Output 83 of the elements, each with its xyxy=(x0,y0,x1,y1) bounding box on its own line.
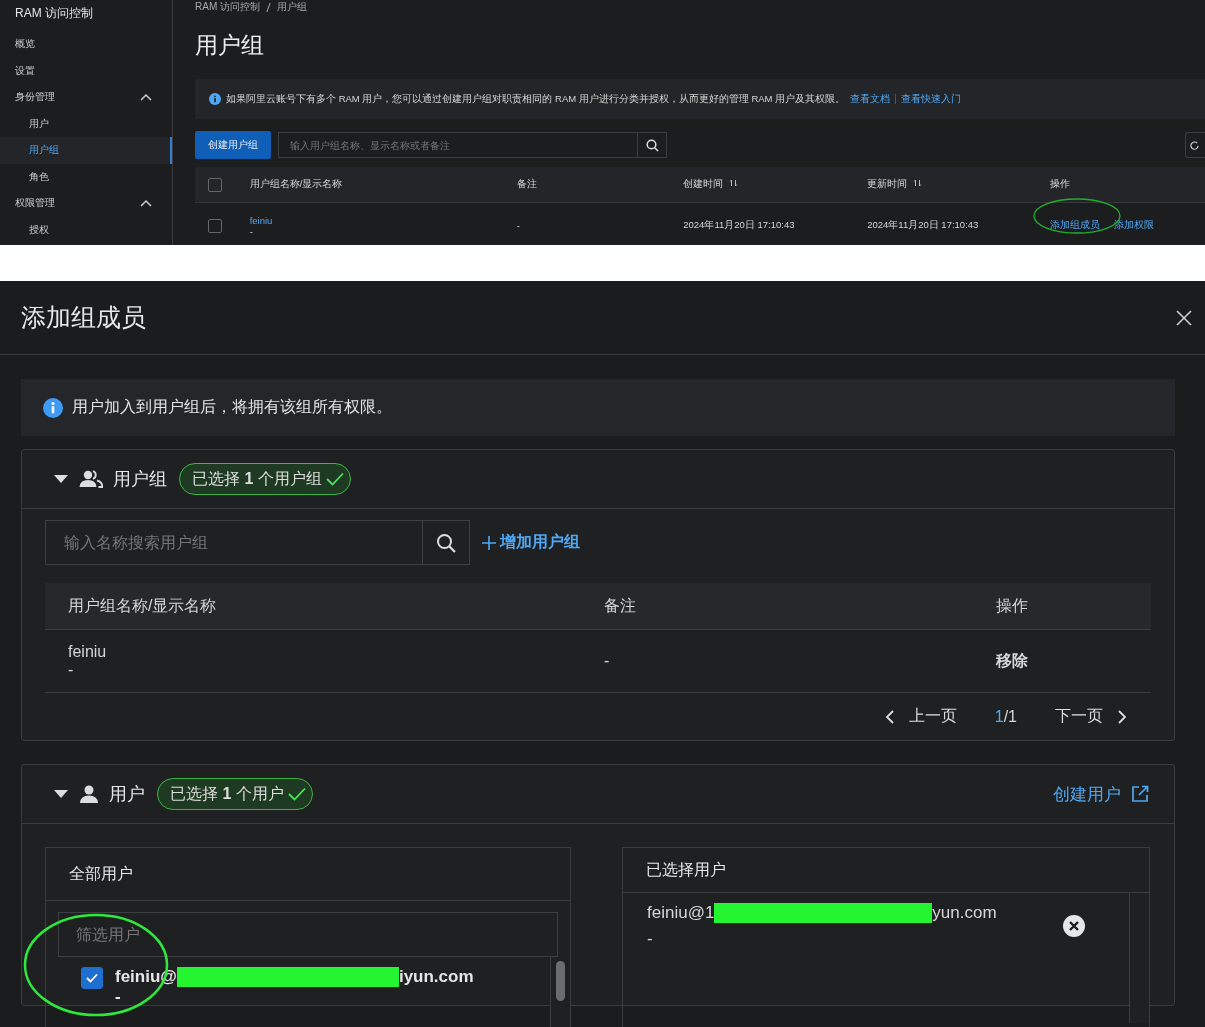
search-field[interactable]: 输入用户组名称、显示名称或者备注 xyxy=(278,132,638,158)
user-icon xyxy=(79,785,99,803)
close-icon[interactable] xyxy=(1176,309,1192,326)
breadcrumb-link[interactable]: RAM 访问控制 xyxy=(195,0,260,14)
doc-link[interactable]: 查看文档 xyxy=(850,92,891,106)
breadcrumb-link[interactable]: 用户组 xyxy=(277,0,307,14)
column-header: 用户组名称/显示名称 xyxy=(68,595,218,616)
panel-title: 全部用户 xyxy=(69,863,133,884)
collapse-caret-icon[interactable] xyxy=(53,474,69,484)
refresh-button[interactable] xyxy=(1185,132,1205,158)
table-cell: 2024年11月20日 17:10:43 xyxy=(683,219,795,230)
action-link[interactable]: 添加权限 xyxy=(1114,219,1155,232)
column-header: 用户组名称/显示名称 xyxy=(249,178,343,189)
search-icon xyxy=(645,138,659,152)
sort-icon[interactable] xyxy=(913,179,923,187)
nav-item[interactable]: 身份管理 xyxy=(0,84,172,111)
collapse-caret-icon[interactable] xyxy=(53,789,69,799)
scrollbar[interactable] xyxy=(1129,893,1149,1023)
user-name-end: iyun.com xyxy=(398,967,474,987)
nav-item[interactable]: 用户组 xyxy=(0,137,172,164)
notice-text: 如果阿里云账号下有多个 RAM 用户，您可以通过创建用户组对职责相同的 RAM 用户进行分类并授权，从而更好的管理 RAM 用户及其权限。 xyxy=(226,92,846,106)
column-header: 备注 xyxy=(604,595,637,616)
user-name-end: yun.com xyxy=(932,903,997,923)
nav-item[interactable]: 角色 xyxy=(0,163,172,190)
column-header: 操作 xyxy=(1050,178,1071,191)
selection-badge: 已选择 1 个用户 xyxy=(157,778,313,810)
search-button[interactable] xyxy=(638,132,667,158)
current-page: 1 xyxy=(994,707,1004,725)
nav-item[interactable]: 设置 xyxy=(0,57,172,84)
filter-field[interactable]: 筛选用户 xyxy=(58,912,558,957)
search-icon xyxy=(436,532,456,553)
checkbox[interactable] xyxy=(208,218,222,233)
create-user-link[interactable]: 创建用户 xyxy=(1053,782,1149,806)
section-title: 用户组 xyxy=(113,468,167,491)
page-title: 用户组 xyxy=(195,31,265,60)
column-header: 操作 xyxy=(996,595,1029,616)
column-header: 更新时间 xyxy=(867,178,908,189)
remove-link[interactable]: 移除 xyxy=(996,650,1096,672)
check-icon xyxy=(325,472,344,486)
selection-badge: 已选择 1 个用户组 xyxy=(179,463,351,495)
page-total: /1 xyxy=(1003,707,1017,725)
section-title: 用户 xyxy=(109,783,145,806)
nav-item[interactable]: 用户 xyxy=(0,110,172,137)
display-name: - xyxy=(647,929,654,949)
display-name: - xyxy=(68,661,75,679)
panel-title: 已选择用户 xyxy=(646,859,726,880)
display-name: - xyxy=(249,225,254,237)
chevron-right-icon xyxy=(1118,709,1127,724)
previous-page-button[interactable]: 上一页 xyxy=(884,706,957,727)
create-group-button[interactable]: 创建用户组 xyxy=(195,131,271,159)
remove-icon[interactable] xyxy=(1063,915,1085,937)
group-name: feiniu xyxy=(68,643,108,661)
table-cell: - xyxy=(516,220,520,231)
display-name: - xyxy=(115,987,122,1007)
group-name-link[interactable]: feiniu xyxy=(249,214,517,226)
user-group-icon xyxy=(79,470,103,488)
doc-link[interactable]: 查看快速入门 xyxy=(901,92,962,106)
info-icon xyxy=(43,397,63,418)
info-text: 用户加入到用户组后，将拥有该组所有权限。 xyxy=(72,397,392,417)
search-button[interactable] xyxy=(423,520,470,565)
user-name-start: feiniu@1 xyxy=(647,903,715,923)
table-cell: 2024年11月20日 17:10:43 xyxy=(867,219,979,230)
column-header: 创建时间 xyxy=(683,178,724,189)
plus-icon xyxy=(482,535,496,550)
check-icon xyxy=(86,973,98,983)
checkbox[interactable] xyxy=(81,967,103,989)
nav-item[interactable]: 权限管理 xyxy=(0,190,172,217)
sort-icon[interactable] xyxy=(729,179,739,187)
dialog-title: 添加组成员 xyxy=(21,302,146,333)
search-field[interactable]: 输入名称搜索用户组 xyxy=(45,520,423,565)
check-icon xyxy=(287,787,306,801)
nav-item[interactable]: 授权 xyxy=(0,216,172,243)
add-group-link[interactable]: 增加用户组 xyxy=(482,532,580,553)
nav-item[interactable]: 概览 xyxy=(0,31,172,58)
info-icon xyxy=(209,93,221,105)
next-page-button[interactable]: 下一页 xyxy=(1055,706,1127,727)
chevron-left-icon xyxy=(884,709,894,724)
external-link-icon xyxy=(1131,785,1149,803)
checkbox[interactable] xyxy=(208,177,222,192)
refresh-icon xyxy=(1190,140,1199,150)
app-title: RAM 访问控制 xyxy=(14,5,94,22)
column-header: 备注 xyxy=(516,178,537,189)
table-cell-text: - xyxy=(604,652,611,670)
